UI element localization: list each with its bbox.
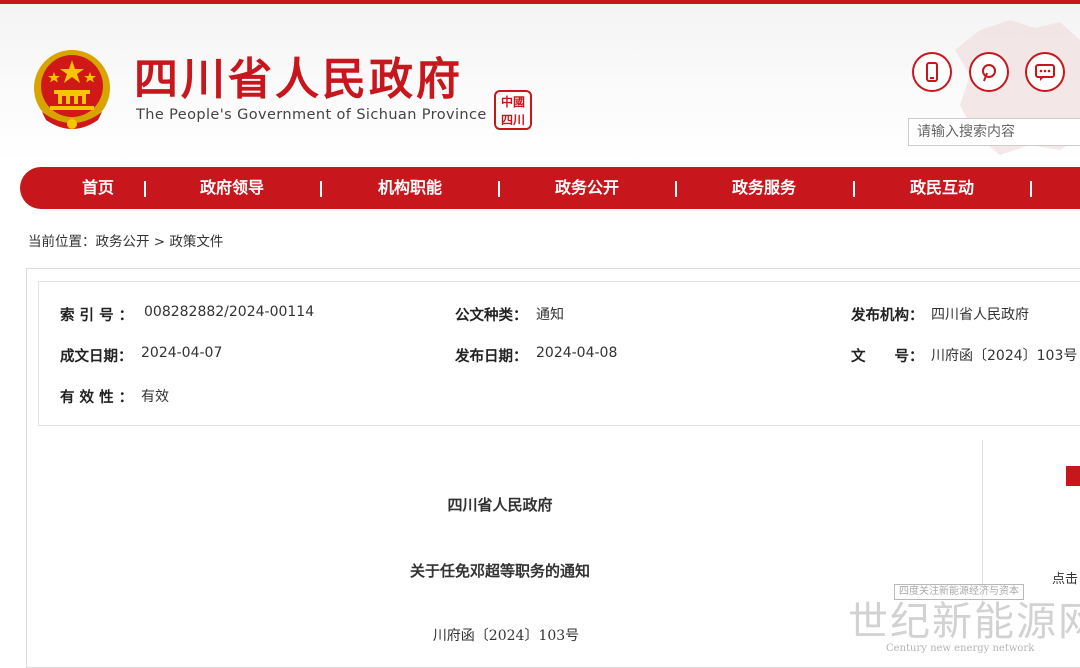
nav-separator — [144, 181, 146, 197]
org-value: 四川省人民政府 — [931, 307, 1029, 323]
breadcrumb: 当前位置：政务公开 > 政策文件 — [28, 230, 223, 250]
breadcrumb-link-gov-affairs[interactable]: 政务公开 — [96, 234, 150, 250]
nav-item-institutions[interactable]: 机构职能 — [360, 167, 460, 209]
watermark-subtitle: Century new energy network — [886, 643, 1035, 654]
document-issuer: 四川省人民政府 — [447, 496, 553, 514]
nav-separator — [853, 181, 855, 197]
site-header: 四川省人民政府 The People's Government of Sichu… — [0, 4, 1080, 164]
sidebar-click-text[interactable]: 点击 — [1052, 568, 1078, 587]
mobile-icon — [926, 62, 938, 82]
type-label: 公文种类： — [455, 308, 528, 324]
type-value: 通知 — [536, 307, 564, 323]
watermark-logo: 世纪新能源网 — [848, 599, 1080, 645]
nav-separator — [320, 181, 322, 197]
china-seal-logo: 中國 四川 — [494, 90, 532, 130]
validity-value: 有效 — [141, 389, 169, 405]
mobile-button[interactable] — [912, 52, 952, 92]
index-value: 008282882/2024-00114 — [144, 304, 315, 320]
nav-item-home[interactable]: 首页 — [58, 167, 138, 209]
nav-item-interaction[interactable]: 政民互动 — [892, 167, 992, 209]
written-date-value: 2024-04-07 — [141, 345, 223, 361]
site-title: 四川省人民政府 — [134, 54, 463, 105]
document-title: 关于任免邓超等职务的通知 — [409, 562, 590, 580]
national-emblem-icon — [34, 50, 110, 129]
weibo-icon — [982, 64, 996, 82]
nav-item-leaders[interactable]: 政府领导 — [182, 167, 282, 209]
site-subtitle: The People's Government of Sichuan Provi… — [136, 107, 487, 123]
nav-separator — [675, 181, 677, 197]
org-label: 发布机构： — [851, 308, 924, 324]
breadcrumb-prefix: 当前位置： — [28, 234, 96, 250]
publish-date-label: 发布日期： — [455, 349, 528, 365]
sidebar-red-marker — [1066, 466, 1080, 486]
written-date-label: 成文日期： — [60, 349, 133, 365]
publish-date-value: 2024-04-08 — [536, 345, 618, 361]
validity-label: 有 效 性 ： — [60, 390, 134, 406]
breadcrumb-link-policy-docs[interactable]: 政策文件 — [169, 234, 223, 250]
index-label: 索 引 号 ： — [60, 308, 134, 324]
document-meta-table: 索 引 号 ： 008282882/2024-00114 公文种类： 通知 发布… — [38, 281, 1080, 426]
doc-number-label: 文 号： — [851, 349, 924, 365]
search-input[interactable] — [908, 118, 1080, 146]
breadcrumb-separator: > — [153, 234, 166, 250]
nav-item-services[interactable]: 政务服务 — [714, 167, 814, 209]
nav-separator — [498, 181, 500, 197]
message-icon — [1035, 64, 1055, 81]
doc-number-value: 川府函〔2024〕103号 — [931, 348, 1078, 364]
main-nav: 首页 政府领导 机构职能 政务公开 政务服务 政民互动 — [20, 167, 1080, 209]
message-button[interactable] — [1025, 52, 1065, 92]
nav-item-gov-affairs[interactable]: 政务公开 — [537, 167, 637, 209]
weibo-button[interactable] — [969, 52, 1009, 92]
nav-separator — [1030, 181, 1032, 197]
